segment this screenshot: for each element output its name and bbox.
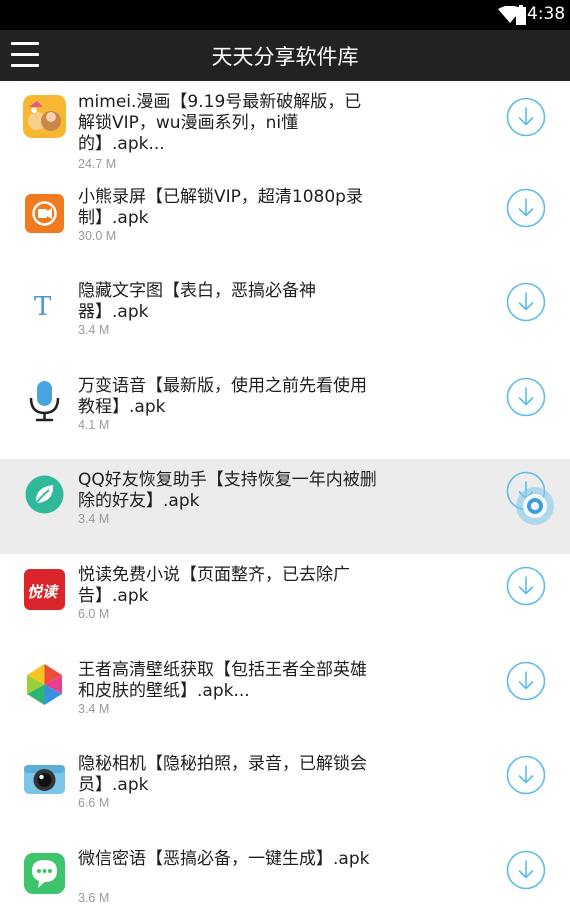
app-name: 王者高清壁纸获取【包括王者全部英雄和皮肤的壁纸】.apk...: [78, 659, 367, 701]
app-name: 隐秘相机【隐秘拍照，录音，已解锁会员】.apk: [78, 754, 367, 796]
download-button[interactable]: [506, 566, 546, 606]
app-name: 悦读免费小说【页面整齐，已去除广告】.apk: [78, 564, 350, 606]
app-name: 隐藏文字图【表白，恶搞必备神器】.apk: [78, 281, 316, 323]
microphone-icon: [29, 380, 60, 422]
download-button[interactable]: [506, 661, 546, 701]
download-icon: [506, 850, 546, 890]
file-size: 3.4 M: [78, 512, 110, 527]
file-size: 30.0 M: [78, 228, 117, 243]
list-item[interactable]: 隐秘相机【隐秘拍照，录音，已解锁会员】.apk 6.6 M: [0, 743, 570, 838]
download-button[interactable]: [506, 755, 546, 795]
file-size: 6.0 M: [78, 606, 110, 621]
list-item[interactable]: 微信密语【恶搞必备，一键生成】.apk 3.6 M: [0, 837, 570, 909]
svg-text:T: T: [34, 292, 52, 322]
file-size: 3.4 M: [78, 701, 110, 716]
novel-reader-icon: 悦读: [24, 568, 65, 610]
download-button[interactable]: [506, 377, 546, 417]
app-name: 微信密语【恶搞必备，一键生成】.apk: [78, 848, 370, 869]
status-time: 4:38: [527, 4, 566, 24]
list-item[interactable]: 悦读 悦读免费小说【页面整齐，已去除广告】.apk 6.0 M: [0, 553, 570, 649]
file-size: 24.7 M: [78, 157, 117, 171]
download-button[interactable]: [506, 850, 546, 890]
file-size: 6.6 M: [78, 796, 110, 811]
chat-bubble-icon: [24, 852, 65, 894]
file-size: 3.6 M: [78, 890, 110, 905]
list-item[interactable]: ● mimei.漫画【9.19号最新破解版，已解锁VIP，wu漫画系列，ni懂的…: [0, 81, 570, 176]
app-name: mimei.漫画【9.19号最新破解版，已解锁VIP，wu漫画系列，ni懂的】.…: [78, 92, 362, 154]
list-item[interactable]: 王者高清壁纸获取【包括王者全部英雄和皮肤的壁纸】.apk... 3.4 M: [0, 648, 570, 744]
app-name: QQ好友恢复助手【支持恢复一年内被删除的好友】.apk: [78, 470, 377, 512]
list-item[interactable]: T 隐藏文字图【表白，恶搞必备神器】.apk 3.4 M: [0, 270, 570, 365]
file-size: 3.4 M: [78, 323, 110, 338]
file-size: 4.1 M: [78, 417, 110, 432]
status-bar: 4:38: [0, 0, 570, 30]
download-icon: [506, 661, 546, 700]
svg-text:●: ●: [31, 106, 37, 114]
touch-indicator-icon: [516, 487, 554, 526]
svg-text:悦读: 悦读: [27, 583, 59, 601]
download-button[interactable]: [506, 97, 546, 137]
screen-recorder-icon: [25, 193, 64, 233]
leaf-icon: [25, 475, 64, 514]
list-item[interactable]: QQ好友恢复助手【支持恢复一年内被删除的好友】.apk 3.4 M: [0, 459, 570, 554]
list-item[interactable]: 万变语音【最新版，使用之前先看使用教程】.apk 4.1 M: [0, 364, 570, 460]
download-icon: [506, 566, 546, 606]
comic-app-icon: ●: [23, 95, 66, 138]
download-icon: [506, 282, 546, 322]
download-icon: [506, 188, 546, 227]
download-icon: [506, 755, 546, 795]
page-title: 天天分享软件库: [211, 45, 359, 69]
text-image-icon: T: [25, 286, 64, 326]
app-list: ● mimei.漫画【9.19号最新破解版，已解锁VIP，wu漫画系列，ni懂的…: [0, 81, 570, 909]
app-bar: 天天分享软件库: [0, 30, 570, 81]
download-icon: [506, 377, 546, 417]
camera-icon: [24, 765, 65, 795]
pinwheel-icon: [27, 663, 62, 705]
download-button[interactable]: [506, 188, 546, 228]
app-name: 万变语音【最新版，使用之前先看使用教程】.apk: [78, 375, 367, 417]
download-button[interactable]: [506, 282, 546, 322]
app-name: 小熊录屏【已解锁VIP，超清1080p录制】.apk: [78, 186, 363, 228]
download-icon: [506, 97, 546, 137]
list-item[interactable]: 小熊录屏【已解锁VIP，超清1080p录制】.apk 30.0 M: [0, 175, 570, 271]
battery-icon: [516, 5, 526, 25]
